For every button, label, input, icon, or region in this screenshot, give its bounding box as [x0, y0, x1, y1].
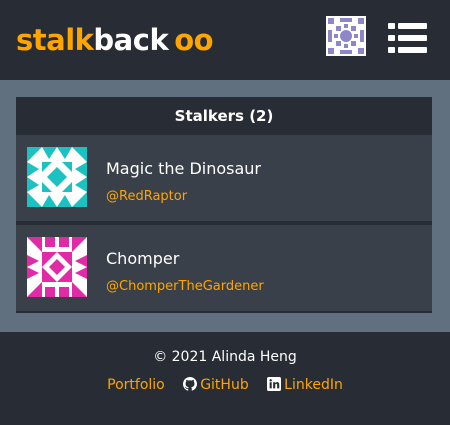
github-link[interactable]: GitHub	[183, 377, 249, 393]
logo-text-stalk: stalk	[16, 23, 94, 57]
avatar	[27, 237, 87, 297]
github-icon	[183, 377, 198, 391]
main-content: Stalkers (2) Magic the Dinosaur @RedRapt…	[0, 80, 450, 332]
portfolio-link-label: Portfolio	[107, 377, 165, 393]
linkedin-icon	[267, 377, 282, 391]
github-link-label: GitHub	[200, 377, 249, 393]
menu-button[interactable]	[388, 22, 428, 54]
stalker-name: Chomper	[106, 249, 180, 268]
list-item[interactable]: Magic the Dinosaur @RedRaptor	[16, 135, 432, 221]
linkedin-link[interactable]: LinkedIn	[267, 377, 343, 393]
stalker-name: Magic the Dinosaur	[106, 159, 261, 178]
copyright-text: © 2021 Alinda Heng	[153, 349, 297, 365]
panel-title: Stalkers (2)	[174, 107, 274, 125]
app-header: stalkback oo	[0, 0, 450, 80]
page-footer: © 2021 Alinda Heng Portfolio GitHub Link…	[0, 332, 450, 425]
avatar	[27, 147, 87, 207]
stalkers-panel: Stalkers (2) Magic the Dinosaur @RedRapt…	[16, 97, 432, 313]
logo-symbol: oo	[174, 23, 214, 57]
user-avatar[interactable]	[326, 16, 366, 56]
identicon-icon	[326, 16, 366, 56]
footer-links: Portfolio GitHub LinkedIn	[0, 377, 450, 393]
identicon-icon	[27, 147, 87, 207]
list-item[interactable]: Chomper @ChomperTheGardener	[16, 225, 432, 311]
stalker-handle-link[interactable]: @RedRaptor	[106, 189, 187, 204]
stalker-handle-link[interactable]: @ChomperTheGardener	[106, 279, 264, 294]
identicon-icon	[27, 237, 87, 297]
app-logo[interactable]: stalkback oo	[16, 22, 214, 58]
hamburger-menu-icon	[388, 23, 427, 53]
logo-text-back: back	[93, 23, 169, 57]
linkedin-link-label: LinkedIn	[284, 377, 343, 393]
portfolio-link[interactable]: Portfolio	[107, 377, 165, 393]
